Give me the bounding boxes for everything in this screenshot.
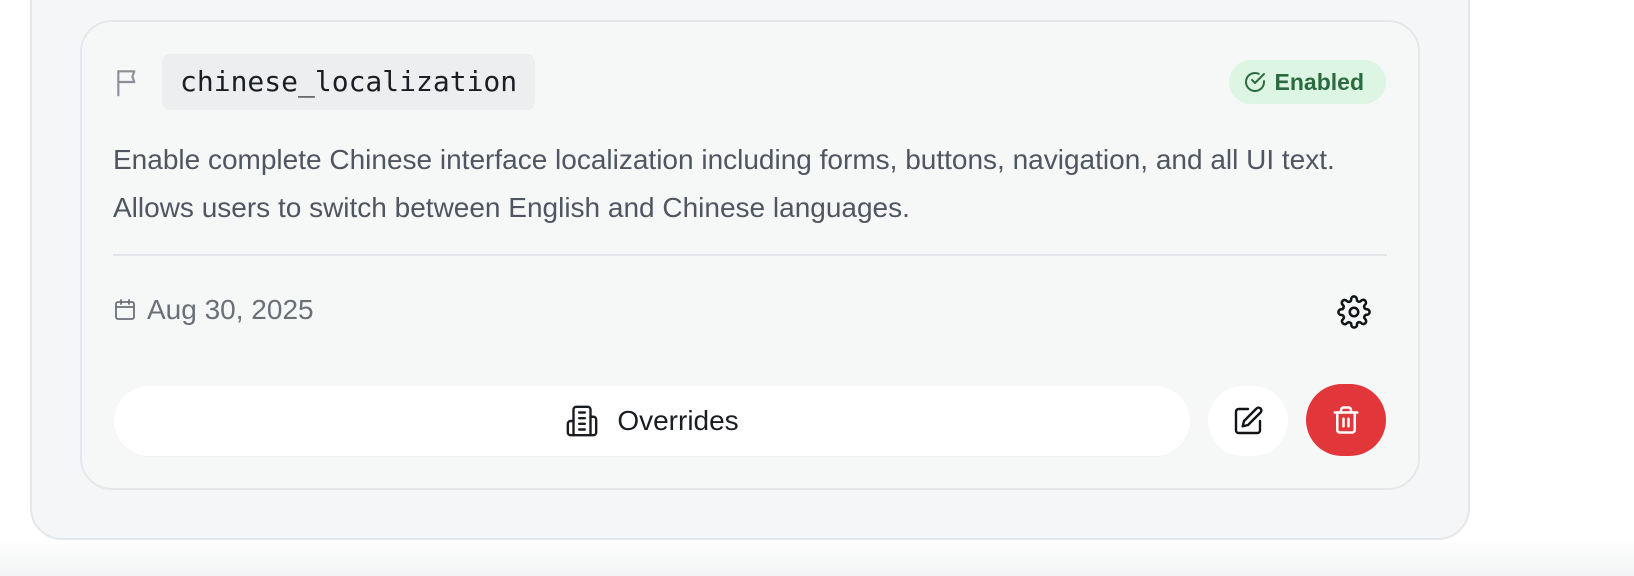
created-date: Aug 30, 2025 xyxy=(113,288,314,332)
date-text: Aug 30, 2025 xyxy=(147,294,314,325)
gear-icon xyxy=(1337,295,1371,329)
settings-button[interactable] xyxy=(1330,288,1378,336)
check-circle-icon xyxy=(1244,72,1265,92)
edit-icon xyxy=(1234,406,1263,435)
edit-button[interactable] xyxy=(1208,386,1288,456)
overrides-button[interactable]: Overrides xyxy=(114,386,1190,456)
flag-description: Enable complete Chinese interface locali… xyxy=(113,144,1335,223)
overrides-label: Overrides xyxy=(617,405,739,436)
status-label: Enabled xyxy=(1274,68,1364,95)
building-icon xyxy=(566,405,598,437)
trash-icon xyxy=(1333,406,1359,434)
page: chinese_localization Enabled Enable comp… xyxy=(0,0,1634,576)
status-badge: Enabled xyxy=(1228,60,1386,104)
calendar-icon xyxy=(115,299,135,320)
flag-icon xyxy=(113,66,145,98)
delete-button[interactable] xyxy=(1306,384,1386,456)
divider xyxy=(113,254,1387,256)
flag-key: chinese_localization xyxy=(162,54,536,110)
